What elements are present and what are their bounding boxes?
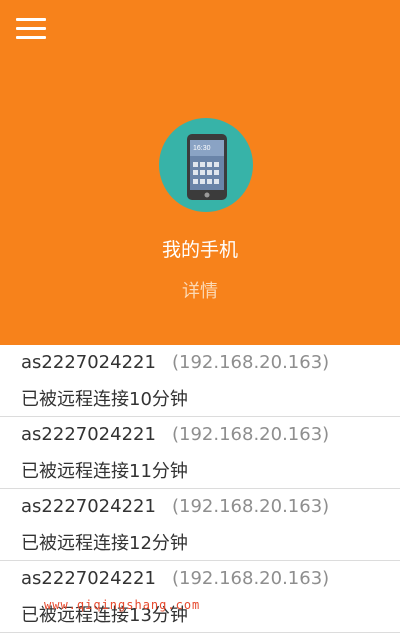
- ip-address: (192.168.20.163): [172, 496, 330, 517]
- list-item[interactable]: as2227024221 (192.168.20.163) 已被远程连接12分钟: [0, 489, 400, 561]
- header: 16:30 我的手机 详情: [0, 0, 400, 345]
- ip-address: (192.168.20.163): [172, 568, 330, 589]
- connection-status: 已被远程连接11分钟: [21, 461, 188, 482]
- host-name: as2227024221: [21, 424, 156, 445]
- hamburger-menu-icon[interactable]: [16, 16, 48, 42]
- host-name: as2227024221: [21, 352, 156, 373]
- menu-line: [16, 18, 46, 21]
- svg-text:16:30: 16:30: [193, 145, 211, 152]
- host-name: as2227024221: [21, 496, 156, 517]
- smartphone-icon: 16:30: [187, 134, 227, 200]
- details-link[interactable]: 详情: [0, 278, 400, 306]
- connection-status: 已被远程连接12分钟: [21, 533, 188, 554]
- connection-status: 已被远程连接10分钟: [21, 389, 188, 410]
- list-item[interactable]: as2227024221 (192.168.20.163) 已被远程连接13分钟: [0, 561, 400, 633]
- ip-address: (192.168.20.163): [172, 352, 330, 373]
- list-item[interactable]: as2227024221 (192.168.20.163) 已被远程连接11分钟: [0, 417, 400, 489]
- connection-list: as2227024221 (192.168.20.163) 已被远程连接10分钟…: [0, 345, 400, 633]
- device-avatar: 16:30: [159, 118, 253, 212]
- device-name: 我的手机: [161, 239, 238, 261]
- ip-address: (192.168.20.163): [172, 424, 330, 445]
- menu-line: [16, 27, 46, 30]
- list-item[interactable]: as2227024221 (192.168.20.163) 已被远程连接10分钟: [0, 345, 400, 417]
- menu-line: [16, 36, 46, 39]
- watermark: www.qiqingshang.com: [44, 598, 201, 612]
- host-name: as2227024221: [21, 568, 156, 589]
